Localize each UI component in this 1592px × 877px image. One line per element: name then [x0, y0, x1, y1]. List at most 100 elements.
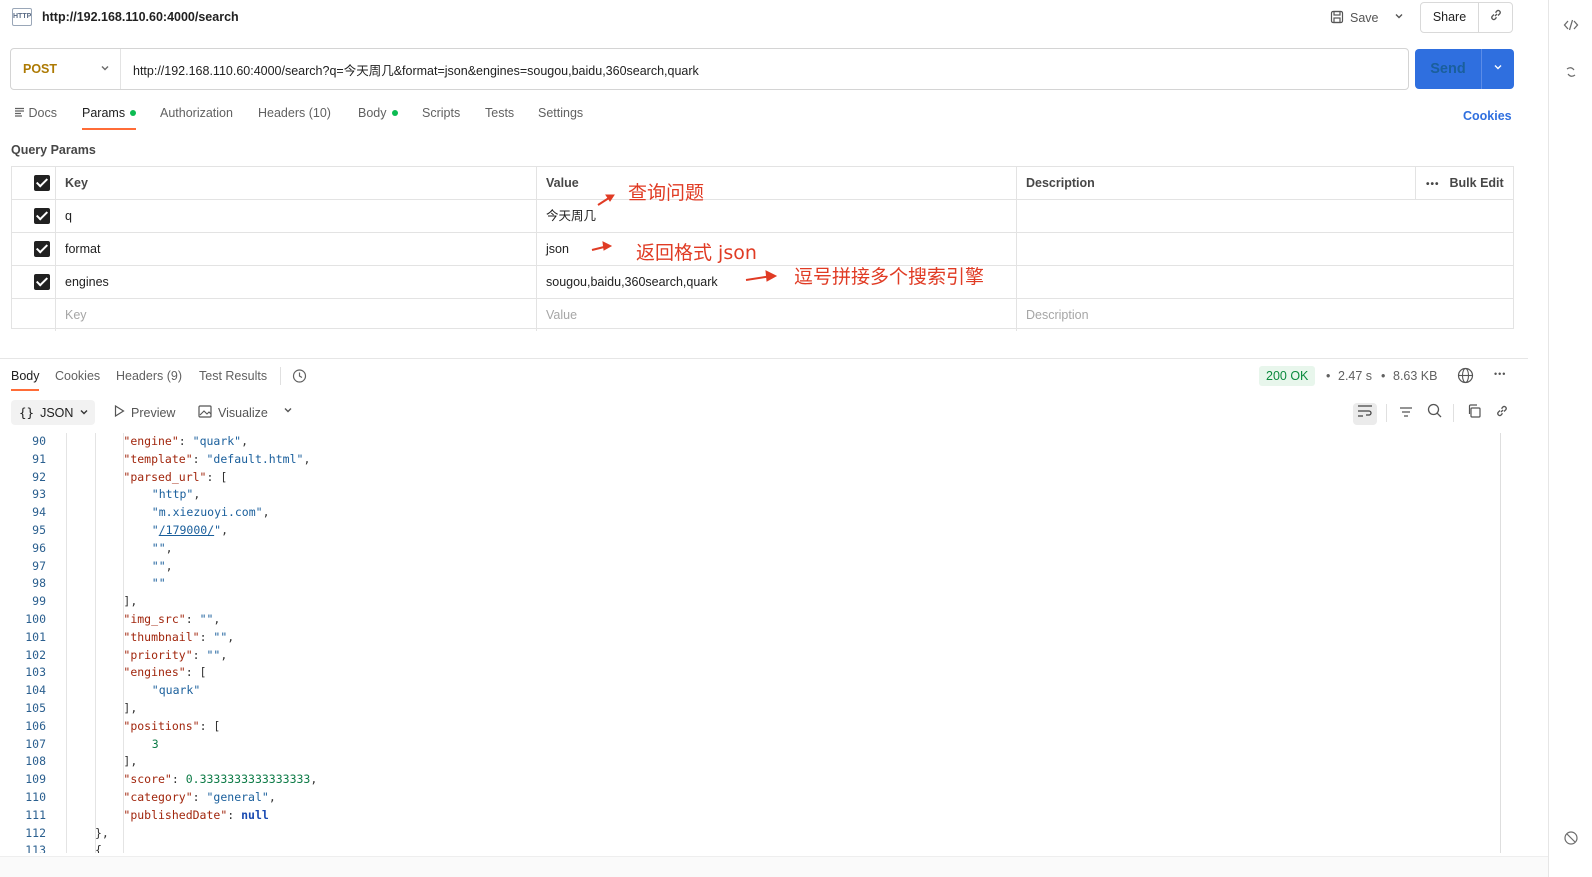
line-number: 105 [25, 701, 46, 715]
visualize-options-chevron-icon[interactable] [283, 405, 293, 415]
code-line: 100 "img_src": "", [0, 611, 1495, 629]
line-number: 95 [32, 523, 46, 537]
code-text: "engines": [ [123, 665, 207, 680]
code-line: 107 3 [0, 736, 1495, 754]
code-line: 92 "parsed_url": [ [0, 469, 1495, 487]
code-line: 104 "quark" [0, 682, 1495, 700]
code-text: "template": "default.html", [123, 451, 311, 466]
vertical-scrollbar[interactable] [1500, 433, 1501, 853]
code-text: "thumbnail": "", [123, 629, 235, 644]
network-globe-icon[interactable] [1457, 367, 1474, 387]
visualize-button[interactable]: Visualize [198, 405, 268, 421]
code-text: ], [123, 754, 138, 769]
code-line: 105], [0, 700, 1495, 718]
response-time[interactable]: 2.47 s [1338, 369, 1372, 383]
code-text: "category": "general", [123, 790, 276, 804]
line-number: 99 [32, 594, 46, 609]
line-number: 109 [25, 772, 46, 787]
link-icon[interactable] [1490, 403, 1514, 425]
code-line: 93 "http", [0, 486, 1495, 504]
code-line: 109 "score": 0.3333333333333333, [0, 771, 1495, 789]
annotation-engines: 逗号拼接多个搜索引擎 [794, 266, 985, 288]
code-line: 113 { [0, 842, 1495, 853]
code-line: 108], [0, 753, 1495, 771]
line-number: 90 [32, 434, 46, 448]
code-text: "", [151, 558, 173, 573]
line-number: 91 [32, 451, 46, 466]
preview-label: Preview [131, 405, 176, 420]
help-icon[interactable] [1549, 830, 1592, 849]
response-tab-body[interactable]: Body [11, 369, 40, 383]
annotation-arrows [591, 194, 778, 282]
code-text: "score": 0.3333333333333333, [123, 772, 318, 787]
code-snippet-icon[interactable] [1549, 18, 1592, 35]
line-number: 104 [25, 683, 46, 698]
line-number: 96 [32, 540, 46, 555]
visualize-label: Visualize [218, 406, 268, 420]
meta-separator-dot: • [1381, 369, 1386, 383]
line-number: 113 [25, 843, 46, 853]
code-line: 111 "publishedDate": null [0, 807, 1495, 825]
code-text: "m.xiezuoyi.com", [151, 505, 270, 520]
response-body-code[interactable]: 90 "engine": "quark", 91 "template": "defau… [0, 433, 1516, 853]
code-text: "" [151, 576, 166, 591]
code-text: "", [151, 540, 173, 555]
code-text: "quark" [151, 683, 201, 698]
code-line: 94 "m.xiezuoyi.com", [0, 504, 1495, 522]
pane-divider[interactable] [0, 358, 1528, 359]
copy-icon[interactable] [1462, 403, 1486, 425]
response-active-tab-indicator [11, 389, 39, 391]
line-number: 107 [25, 736, 46, 751]
code-text: }, [95, 825, 109, 840]
toolbar-separator [1453, 404, 1454, 422]
filter-icon[interactable] [1394, 403, 1418, 425]
code-text: "publishedDate": null [123, 807, 269, 822]
line-number: 112 [25, 825, 46, 840]
response-tab-headers[interactable]: Headers (9) [116, 369, 182, 383]
status-badge[interactable]: 200 OK [1259, 366, 1316, 386]
line-number: 106 [25, 718, 46, 733]
code-line: 96 "", [0, 540, 1495, 558]
history-icon[interactable] [291, 368, 307, 387]
code-text: "img_src": "", [123, 612, 221, 626]
code-line: 101 "thumbnail": "", [0, 629, 1495, 647]
code-text: "engine": "quark", [123, 434, 249, 448]
more-options-icon[interactable]: ••• [1494, 369, 1506, 379]
line-number: 93 [32, 487, 46, 502]
format-label: JSON [40, 405, 74, 420]
code-text: "priority": "", [123, 647, 228, 662]
line-number: 101 [25, 629, 46, 644]
code-line: 98 "" [0, 575, 1495, 593]
line-number: 108 [25, 754, 46, 769]
annotation-format: 返回格式 json [636, 242, 757, 264]
line-number: 94 [32, 505, 46, 520]
wrap-lines-icon[interactable] [1353, 403, 1377, 425]
code-line: 91 "template": "default.html", [0, 451, 1495, 469]
preview-button[interactable]: Preview [114, 404, 176, 420]
tab-separator [280, 367, 281, 385]
code-line: 95 "/179000/", [0, 522, 1495, 540]
code-line: 90 "engine": "quark", [0, 433, 1495, 451]
line-number: 98 [32, 576, 46, 591]
response-tab-test-results[interactable]: Test Results [199, 369, 267, 383]
code-line: 102 "priority": "", [0, 647, 1495, 665]
code-line: 110 "category": "general", [0, 789, 1495, 807]
braces-icon: {} [19, 405, 35, 420]
line-number: 102 [25, 647, 46, 662]
code-line: 99], [0, 593, 1495, 611]
line-number: 92 [32, 469, 46, 484]
play-icon [114, 404, 125, 420]
response-size[interactable]: 8.63 KB [1393, 369, 1437, 383]
line-number: 110 [25, 790, 46, 804]
related-requests-icon[interactable] [1549, 65, 1592, 82]
chevron-down-icon [79, 406, 89, 420]
line-number: 97 [32, 558, 46, 573]
image-icon [198, 405, 212, 421]
right-sidebar [1548, 0, 1592, 877]
line-number: 111 [25, 807, 46, 822]
search-icon[interactable] [1422, 403, 1446, 425]
response-tab-cookies[interactable]: Cookies [55, 369, 100, 383]
format-select[interactable]: {} JSON [11, 400, 95, 425]
code-text: "parsed_url": [ [123, 469, 228, 484]
annotation-query: 查询问题 [628, 182, 705, 204]
